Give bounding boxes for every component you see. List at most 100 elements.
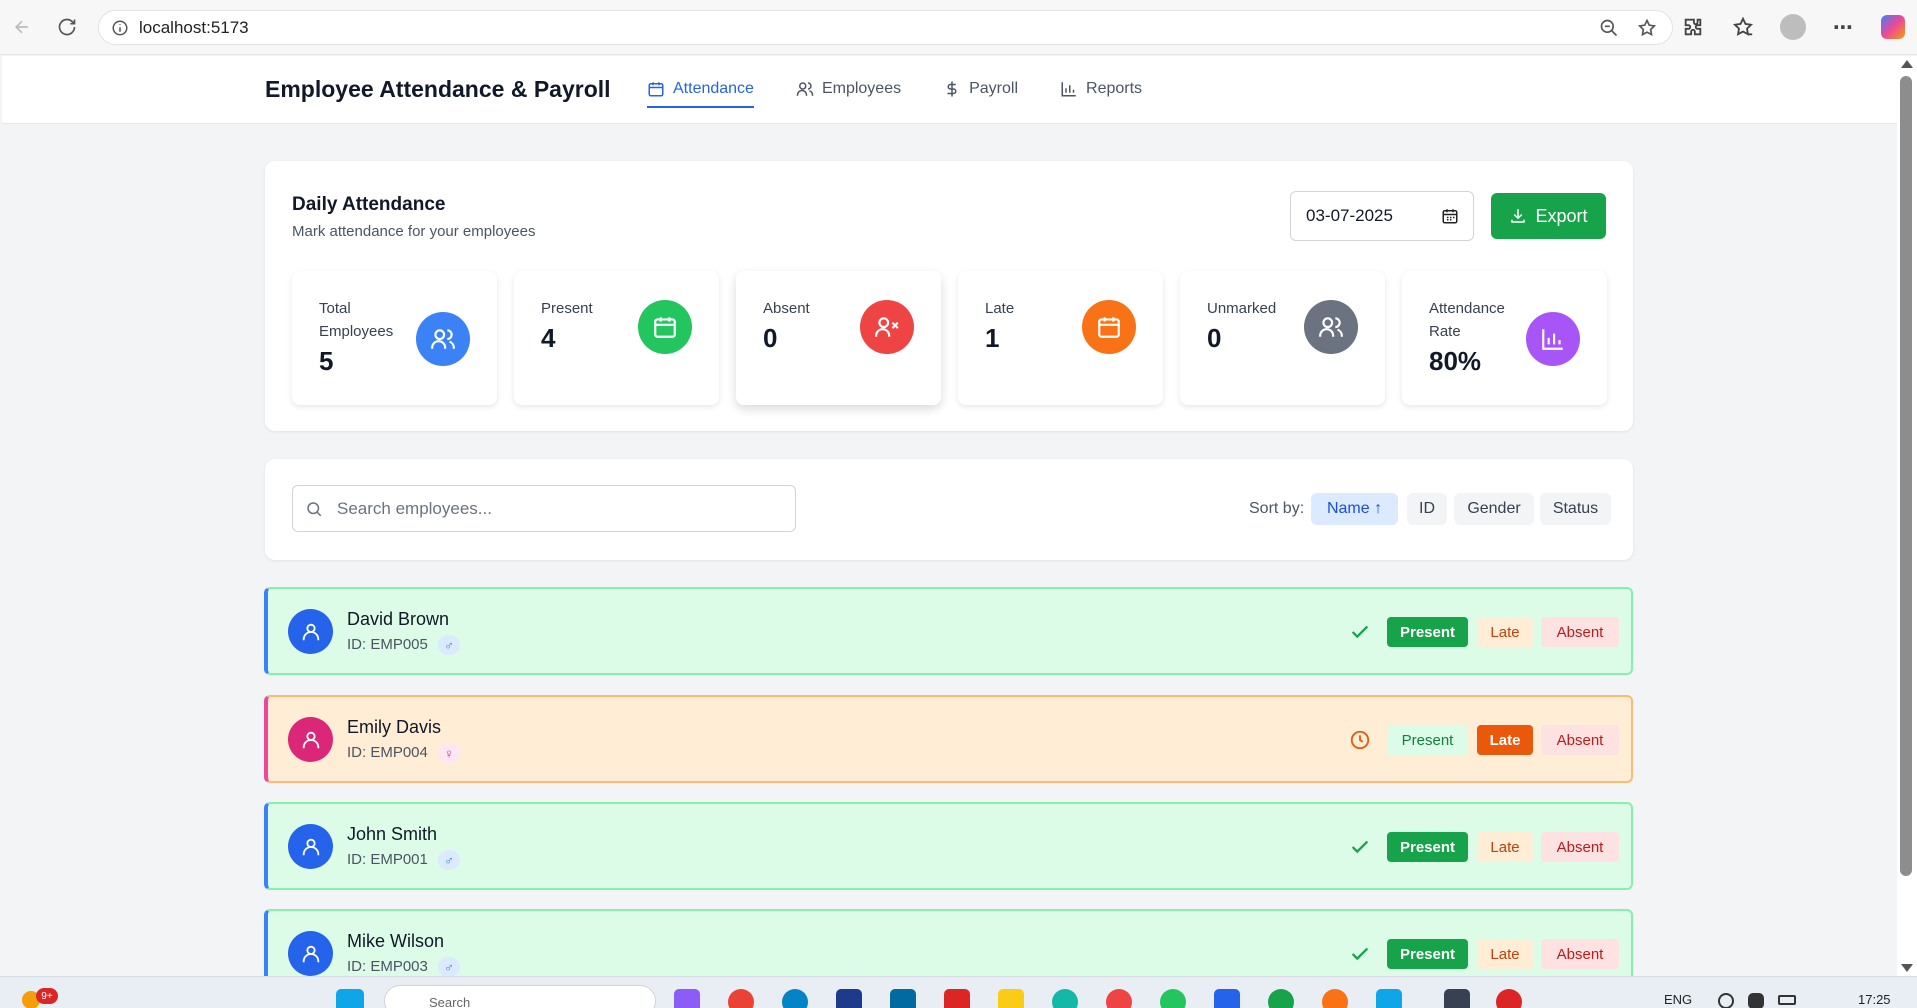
search-sort-card: Sort by: Name ↑ ID Gender Status <box>265 459 1633 560</box>
page-scrollbar[interactable] <box>1897 56 1917 976</box>
stat-late: Late 1 <box>958 271 1163 405</box>
employee-row: Mike Wilson ID: EMP003 ♂ Present Late Ab… <box>264 909 1633 977</box>
extensions-icon[interactable] <box>1679 13 1707 41</box>
gender-female-icon: ♀ <box>438 743 460 763</box>
app-title: Employee Attendance & Payroll <box>265 76 611 102</box>
late-button[interactable]: Late <box>1477 725 1533 755</box>
wifi-icon[interactable] <box>1718 993 1734 1008</box>
copilot-icon[interactable] <box>1879 13 1907 41</box>
present-button[interactable]: Present <box>1387 617 1468 647</box>
more-menu-icon[interactable]: ⋯ <box>1829 13 1857 41</box>
windows-start-icon[interactable] <box>336 989 364 1008</box>
tab-reports[interactable]: Reports <box>1060 72 1142 108</box>
edge-app-icon[interactable] <box>782 989 808 1008</box>
employee-id: ID: EMP003 <box>347 958 428 975</box>
chrome-profile-icon[interactable] <box>1496 989 1522 1008</box>
stat-absent: Absent 0 <box>736 271 941 405</box>
word-app-icon[interactable] <box>1214 989 1240 1008</box>
scroll-down-arrow[interactable] <box>1901 964 1913 972</box>
user-x-icon <box>860 300 914 354</box>
calendar-icon <box>638 300 692 354</box>
employee-row: David Brown ID: EMP005 ♂ Present Late Ab… <box>264 587 1633 675</box>
search-box[interactable] <box>292 485 796 532</box>
chrome-app-icon[interactable] <box>728 989 754 1008</box>
main-nav: Attendance Employees Payroll Reports <box>647 72 1184 108</box>
back-icon[interactable] <box>8 13 36 41</box>
present-button[interactable]: Present <box>1387 939 1468 969</box>
late-button[interactable]: Late <box>1477 939 1533 969</box>
search-icon <box>307 501 322 516</box>
sort-status-button[interactable]: Status <box>1540 493 1611 525</box>
users-icon <box>796 82 814 96</box>
check-icon <box>1351 625 1369 639</box>
employee-id: ID: EMP004 <box>347 744 428 761</box>
store-app-icon[interactable] <box>836 989 862 1008</box>
absent-button[interactable]: Absent <box>1541 725 1619 755</box>
address-bar[interactable]: localhost:5173 <box>98 10 1673 45</box>
file-explorer-icon[interactable] <box>998 989 1024 1008</box>
present-button[interactable]: Present <box>1387 832 1468 862</box>
browser-app-icon[interactable] <box>1052 989 1078 1008</box>
employee-name: David Brown <box>347 609 450 629</box>
stat-label: Absent <box>763 300 810 317</box>
app-icon[interactable] <box>890 989 916 1008</box>
sort-name-button[interactable]: Name ↑ <box>1311 493 1398 525</box>
date-picker[interactable]: 03-07-2025 <box>1290 191 1474 241</box>
favorites-icon[interactable] <box>1729 13 1757 41</box>
scrollbar-thumb[interactable] <box>1900 76 1912 876</box>
chrome-profile-icon[interactable] <box>1322 989 1348 1008</box>
gender-male-icon: ♂ <box>438 635 460 655</box>
chrome-profile-icon[interactable] <box>1160 989 1186 1008</box>
info-icon[interactable] <box>111 19 129 37</box>
os-taskbar: 9+ Search ENG 17:25 <box>0 976 1917 1008</box>
employee-id: ID: EMP001 <box>347 851 428 868</box>
avatar <box>288 824 333 869</box>
terminal-app-icon[interactable] <box>1444 989 1470 1008</box>
battery-icon[interactable] <box>1778 995 1796 1005</box>
absent-button[interactable]: Absent <box>1541 617 1619 647</box>
clock-time[interactable]: 17:25 <box>1858 992 1891 1007</box>
user-icon <box>302 731 319 748</box>
avatar <box>288 717 333 762</box>
favorite-star-icon[interactable] <box>1636 17 1658 39</box>
absent-button[interactable]: Absent <box>1541 939 1619 969</box>
employee-name: Emily Davis <box>347 717 442 737</box>
browser-toolbar: localhost:5173 ⋯ <box>0 0 1917 55</box>
absent-button[interactable]: Absent <box>1541 832 1619 862</box>
copilot-app-icon[interactable] <box>674 989 700 1008</box>
scroll-up-arrow[interactable] <box>1901 60 1913 68</box>
url-text: localhost:5173 <box>139 17 249 37</box>
volume-icon[interactable] <box>1748 993 1764 1008</box>
present-button[interactable]: Present <box>1387 725 1468 755</box>
language-indicator[interactable]: ENG <box>1664 992 1692 1007</box>
export-button[interactable]: Export <box>1491 193 1606 239</box>
tab-attendance[interactable]: Attendance <box>647 72 754 108</box>
sort-id-button[interactable]: ID <box>1407 493 1447 525</box>
late-button[interactable]: Late <box>1477 832 1533 862</box>
stat-unmarked: Unmarked 0 <box>1180 271 1385 405</box>
date-value: 03-07-2025 <box>1306 206 1393 225</box>
sort-gender-button[interactable]: Gender <box>1454 493 1534 525</box>
calendar-icon[interactable] <box>1441 207 1459 225</box>
profile-avatar[interactable] <box>1779 13 1807 41</box>
chrome-profile-icon[interactable] <box>1106 989 1132 1008</box>
employee-name: Mike Wilson <box>347 931 445 951</box>
gender-male-icon: ♂ <box>438 957 460 977</box>
employee-row: Emily Davis ID: EMP004 ♀ Present Late Ab… <box>264 695 1633 783</box>
users-icon <box>416 312 470 366</box>
stat-value: 0 <box>1207 323 1222 353</box>
stat-label: Total Employees <box>319 300 394 340</box>
tab-employees[interactable]: Employees <box>796 72 901 108</box>
gmail-app-icon[interactable] <box>944 989 970 1008</box>
taskbar-search-box[interactable]: Search <box>384 985 656 1008</box>
search-input[interactable] <box>337 498 777 519</box>
tab-payroll[interactable]: Payroll <box>943 72 1018 108</box>
late-button[interactable]: Late <box>1477 617 1533 647</box>
vscode-app-icon[interactable] <box>1376 989 1402 1008</box>
app-icon[interactable] <box>1268 989 1294 1008</box>
stat-value: 1 <box>985 323 1000 353</box>
reload-icon[interactable] <box>53 13 81 41</box>
taskbar-search-text: Search <box>429 995 471 1008</box>
dollar-icon <box>947 81 957 97</box>
zoom-icon[interactable] <box>1598 17 1620 39</box>
